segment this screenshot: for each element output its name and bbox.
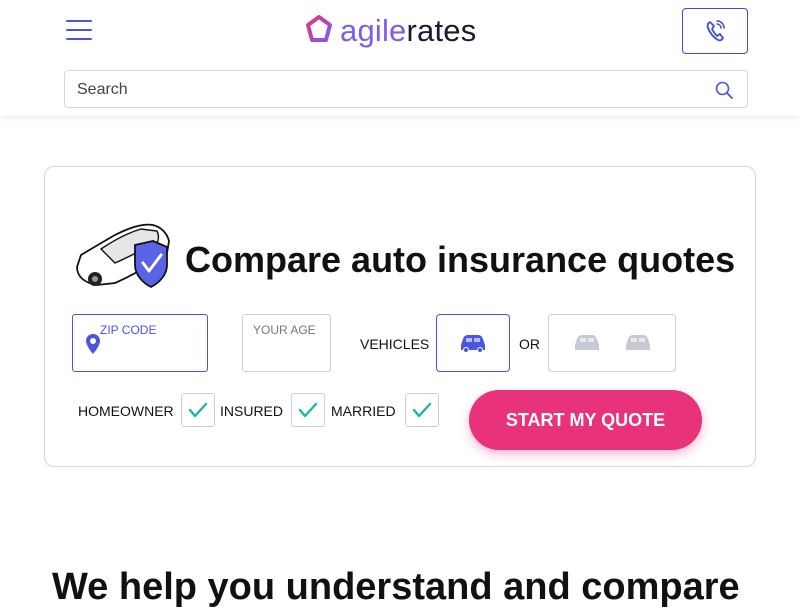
checkmark-icon xyxy=(188,402,208,418)
hamburger-menu-icon[interactable] xyxy=(66,20,92,42)
logo-text: agilerates xyxy=(340,12,477,48)
one-vehicle-option[interactable] xyxy=(436,314,510,372)
site-header: agilerates xyxy=(0,0,800,116)
age-field[interactable]: YOUR AGE xyxy=(242,314,331,372)
phone-call-button[interactable] xyxy=(682,8,748,54)
quote-card: Compare auto insurance quotes ZIP CODE Y… xyxy=(44,166,756,467)
zip-code-label: ZIP CODE xyxy=(100,323,157,337)
car-icon xyxy=(461,335,485,353)
vehicles-label: VEHICLES xyxy=(360,336,430,352)
married-checkbox[interactable] xyxy=(405,393,439,427)
search-bar xyxy=(64,70,748,108)
start-quote-button[interactable]: START MY QUOTE xyxy=(469,390,702,450)
insured-checkbox[interactable] xyxy=(291,393,325,427)
homeowner-checkbox[interactable] xyxy=(181,393,215,427)
location-pin-icon xyxy=(86,334,100,354)
phone-icon xyxy=(706,20,725,42)
married-label: MARRIED xyxy=(331,403,396,419)
section-headline: We help you understand and compare xyxy=(52,566,740,608)
car-shield-icon xyxy=(76,223,170,289)
car-icon xyxy=(625,335,650,350)
card-title: Compare auto insurance quotes xyxy=(185,239,736,280)
two-vehicles-option[interactable] xyxy=(548,314,676,372)
search-input[interactable] xyxy=(77,79,697,101)
insured-label: INSURED xyxy=(220,403,284,419)
checkmark-icon xyxy=(298,402,318,418)
checkmark-icon xyxy=(412,402,432,418)
zip-code-field[interactable]: ZIP CODE xyxy=(72,314,208,372)
car-icon xyxy=(574,335,599,350)
age-label: YOUR AGE xyxy=(253,323,316,337)
logo-mark-icon xyxy=(306,15,332,42)
search-icon[interactable] xyxy=(715,81,733,99)
or-label: OR xyxy=(519,336,540,352)
homeowner-label: HOMEOWNER xyxy=(78,403,174,419)
agilerates-logo[interactable]: agilerates xyxy=(304,12,476,48)
